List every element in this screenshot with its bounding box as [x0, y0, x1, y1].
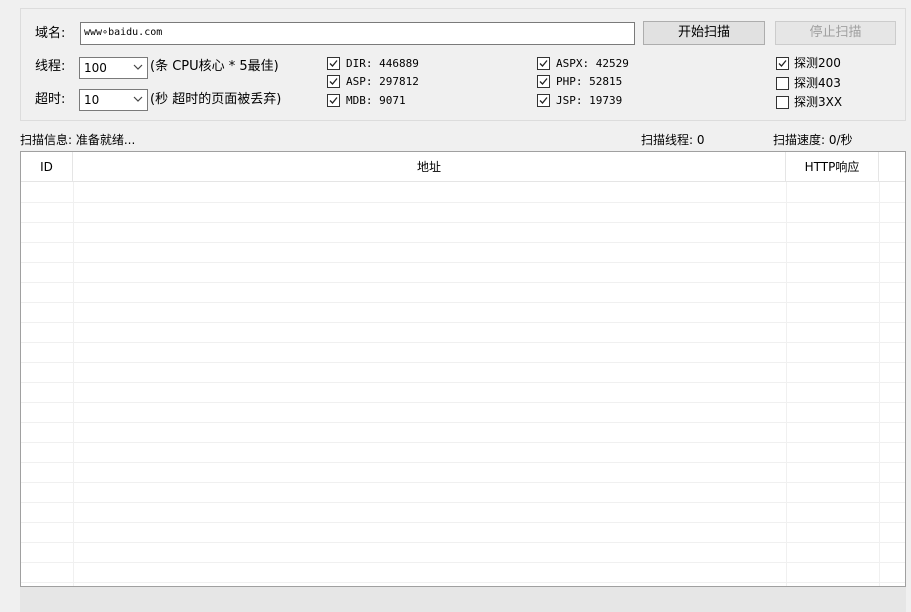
checkbox-asp-label: ASP: 297812: [346, 75, 419, 88]
grid-column-line: [786, 182, 787, 586]
checkbox-php[interactable]: [537, 75, 550, 88]
grid-row-line: [21, 522, 905, 523]
timeout-select-value: 10: [84, 93, 100, 107]
checkbox-jsp-label: JSP: 19739: [556, 94, 623, 107]
grid-row-line: [21, 482, 905, 483]
checkbox-probe-403[interactable]: [776, 77, 789, 90]
checkbox-aspx-label: ASPX: 42529: [556, 57, 629, 70]
grid-row-line: [21, 402, 905, 403]
grid-row-line: [21, 342, 905, 343]
check-icon: [329, 78, 338, 85]
grid-column-line: [73, 182, 74, 586]
grid-row-line: [21, 382, 905, 383]
grid-row-line: [21, 302, 905, 303]
stop-scan-button[interactable]: 停止扫描: [775, 21, 896, 45]
domain-input[interactable]: www∘baidu.com: [80, 22, 635, 45]
checkbox-mdb[interactable]: [327, 94, 340, 107]
check-icon: [539, 97, 548, 104]
chevron-down-icon: [133, 96, 143, 102]
grid-row-line: [21, 442, 905, 443]
check-icon: [778, 60, 787, 67]
checkbox-php-label: PHP: 52815: [556, 75, 623, 88]
threads-label: 线程:: [35, 59, 66, 74]
grid-column-line: [879, 182, 880, 586]
checkbox-dir-label: DIR: 446889: [346, 57, 419, 70]
checkbox-aspx[interactable]: [537, 57, 550, 70]
status-bar: [20, 587, 906, 612]
checkbox-jsp[interactable]: [537, 94, 550, 107]
table-header: ID 地址 HTTP响应: [21, 152, 905, 182]
results-table[interactable]: ID 地址 HTTP响应: [20, 151, 906, 587]
chevron-down-icon: [133, 64, 143, 70]
threads-hint: (条 CPU核心 * 5最佳): [150, 59, 279, 74]
column-header-id[interactable]: ID: [21, 152, 73, 182]
checkbox-probe-200[interactable]: [776, 57, 789, 70]
grid-row-line: [21, 562, 905, 563]
scan-threads-status: 扫描线程: 0: [641, 133, 705, 147]
grid-row-line: [21, 322, 905, 323]
grid-row-line: [21, 242, 905, 243]
checkbox-probe-200-label: 探测200: [794, 56, 841, 70]
grid-row-line: [21, 582, 905, 583]
checkbox-probe-3xx[interactable]: [776, 96, 789, 109]
check-icon: [329, 97, 338, 104]
check-icon: [329, 60, 338, 67]
checkbox-mdb-label: MDB: 9071: [346, 94, 406, 107]
domain-label: 域名:: [35, 26, 66, 41]
threads-select[interactable]: 100: [79, 57, 148, 79]
timeout-select[interactable]: 10: [79, 89, 148, 111]
threads-select-value: 100: [84, 61, 107, 75]
grid-row-line: [21, 362, 905, 363]
grid-row-line: [21, 462, 905, 463]
grid-row-line: [21, 222, 905, 223]
checkbox-asp[interactable]: [327, 75, 340, 88]
start-scan-button[interactable]: 开始扫描: [643, 21, 765, 45]
column-header-address[interactable]: 地址: [73, 152, 786, 182]
grid-row-line: [21, 282, 905, 283]
timeout-label: 超时:: [35, 92, 66, 107]
grid-row-line: [21, 502, 905, 503]
scan-speed-status: 扫描速度: 0/秒: [773, 133, 853, 147]
checkbox-probe-3xx-label: 探测3XX: [794, 95, 843, 109]
scan-info-status: 扫描信息: 准备就绪...: [20, 133, 136, 147]
grid-row-line: [21, 422, 905, 423]
checkbox-dir[interactable]: [327, 57, 340, 70]
timeout-hint: (秒 超时的页面被丢弃): [150, 92, 282, 107]
grid-row-line: [21, 202, 905, 203]
check-icon: [539, 60, 548, 67]
grid-row-line: [21, 542, 905, 543]
column-header-http-response[interactable]: HTTP响应: [786, 152, 879, 182]
grid-row-line: [21, 262, 905, 263]
check-icon: [539, 78, 548, 85]
checkbox-probe-403-label: 探测403: [794, 76, 841, 90]
